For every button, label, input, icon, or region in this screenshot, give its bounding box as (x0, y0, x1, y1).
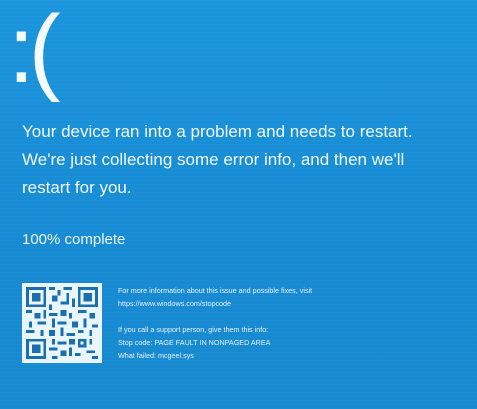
error-message: Your device ran into a problem and needs… (22, 118, 472, 202)
what-failed-text: What failed: mcgeel.sys (118, 351, 194, 360)
info-panel: For more information about this issue an… (118, 284, 473, 362)
info-url-link[interactable]: https://www.windows.com/stopcode (118, 297, 473, 310)
stop-code-text: Stop code: PAGE FAULT IN NONPAGED AREA (118, 338, 271, 347)
error-message-line-3: restart for you. (22, 178, 132, 197)
error-message-line-1: Your device ran into a problem and needs… (22, 122, 413, 141)
error-message-line-2: We're just collecting some error info, a… (22, 150, 405, 169)
progress-status: 100% complete (22, 231, 126, 248)
blue-screen: :( Your device ran into a problem and ne… (0, 0, 477, 409)
qr-code-icon (22, 283, 102, 363)
sad-face-emoticon: :( (8, 0, 61, 103)
info-more-text: For more information about this issue an… (118, 286, 313, 295)
support-text: If you call a support person, give them … (118, 325, 269, 334)
